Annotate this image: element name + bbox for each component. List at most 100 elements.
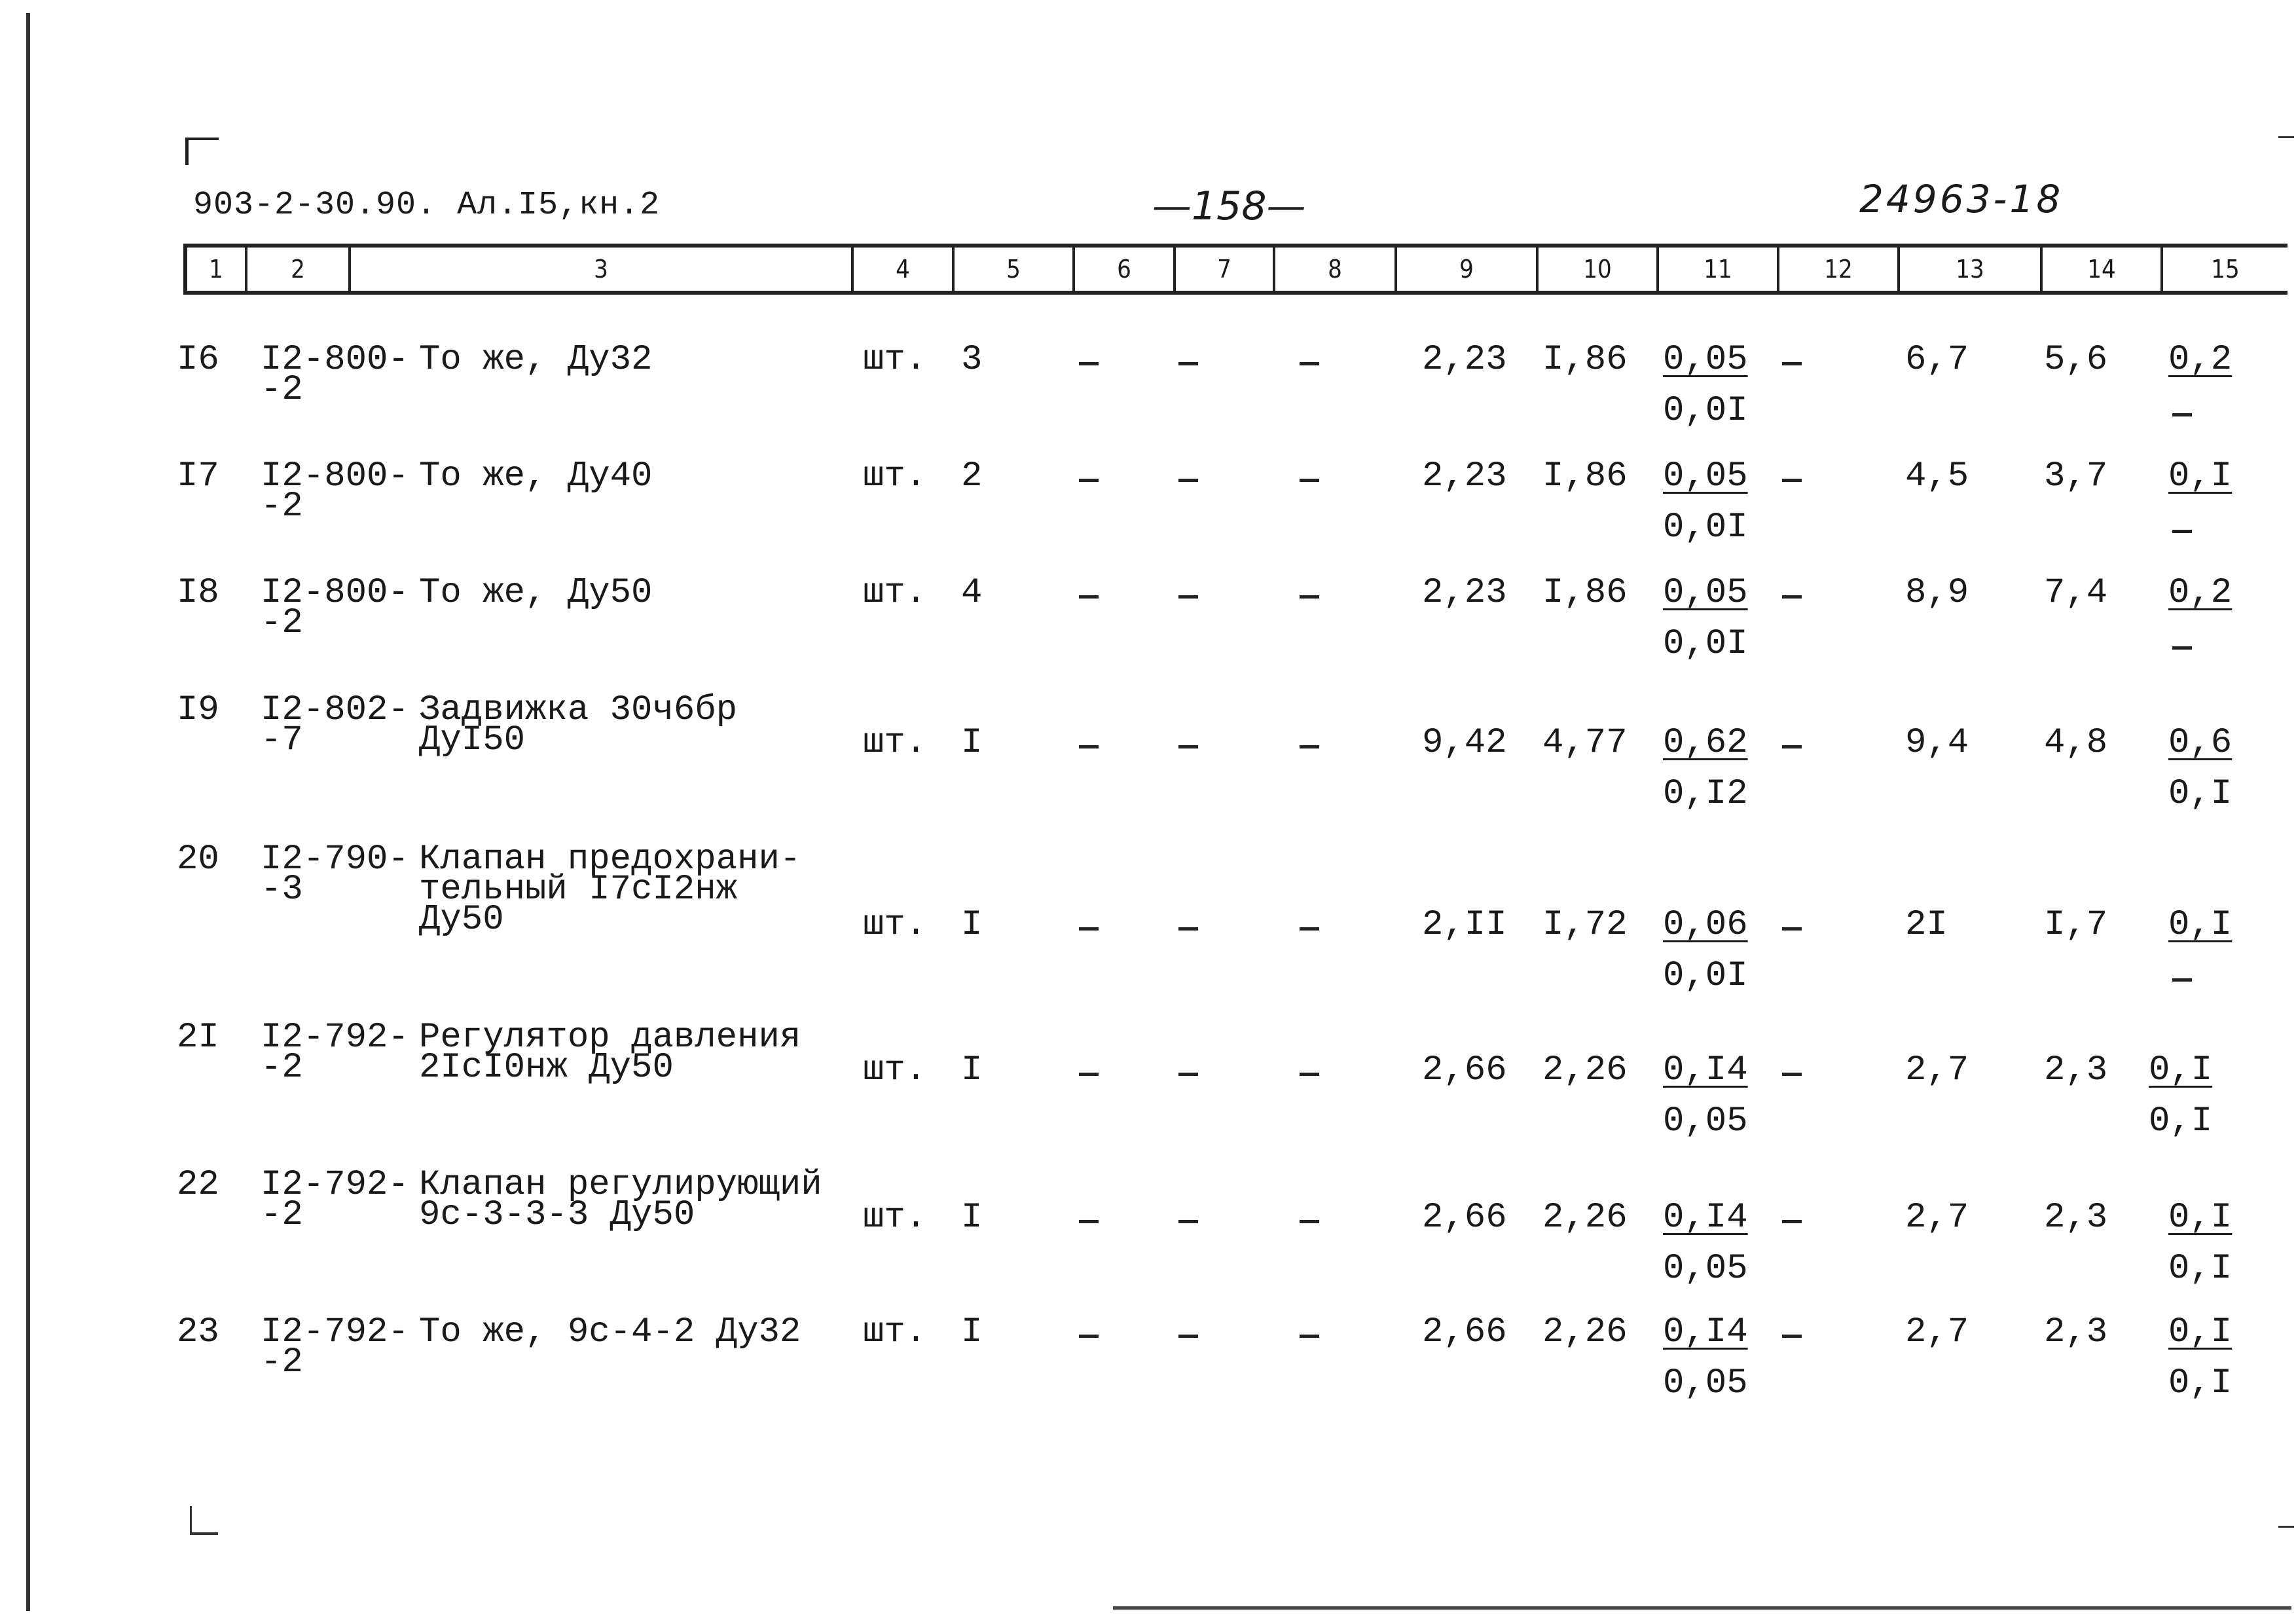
- dash-col12: [1782, 745, 1802, 748]
- item-code-line2: -2: [261, 487, 303, 526]
- col11-value-bottom: 0,0I: [1663, 624, 1748, 664]
- col14-value: 2,3: [2044, 1312, 2108, 1352]
- dash-col8: [1300, 1335, 1319, 1338]
- column-header: 7: [1176, 248, 1275, 291]
- quantity: 2: [961, 456, 983, 496]
- dash-col7: [1178, 1073, 1198, 1076]
- col10-value: I,86: [1542, 456, 1628, 496]
- dash-col7: [1178, 927, 1198, 931]
- dash-col7: [1178, 1335, 1198, 1338]
- row-number: I6: [177, 340, 219, 380]
- column-header: 3: [351, 248, 854, 291]
- unit: шт.: [863, 905, 927, 945]
- col11-value-top: 0,I4: [1663, 1198, 1748, 1238]
- row-number: 22: [177, 1165, 219, 1205]
- item-code-line2: -3: [261, 870, 303, 910]
- corner-mark-top-left: [185, 138, 219, 165]
- col15-value-top: 0,I: [2168, 1312, 2232, 1352]
- col11-value-top: 0,05: [1663, 456, 1748, 496]
- dash-col12: [1782, 479, 1802, 482]
- dash-col7: [1178, 362, 1198, 365]
- quantity: I: [961, 1312, 983, 1352]
- item-name-line2: 9с-3-3-3 Ду50: [419, 1195, 695, 1235]
- item-code-line2: -2: [261, 1048, 303, 1088]
- dash-col6: [1079, 595, 1099, 599]
- col15-value-bottom: 0,I: [2168, 1249, 2232, 1289]
- col15-value-bottom-dash: [2172, 978, 2192, 982]
- bottom-edge-line: [1113, 1606, 2291, 1610]
- column-header: 12: [1779, 248, 1900, 291]
- col15-value-bottom: 0,I: [2149, 1101, 2213, 1141]
- item-code-line2: -7: [261, 720, 303, 760]
- archive-number: 24963-18: [1859, 177, 2064, 221]
- item-name-line2: 2IcI0нж Ду50: [419, 1048, 674, 1088]
- col11-value-bottom: 0,05: [1663, 1249, 1748, 1289]
- dash-col7: [1178, 745, 1198, 748]
- table-header: 1 2 3 4 5 6 7 8 9 10 11 12 13 14 15: [183, 244, 2287, 295]
- row-number: I8: [177, 573, 219, 613]
- row-number: 2I: [177, 1018, 219, 1058]
- col15-value-bottom: 0,I: [2168, 774, 2232, 814]
- col10-value: I,86: [1542, 340, 1628, 380]
- col13-value: 6,7: [1905, 340, 1969, 380]
- column-header: 9: [1397, 248, 1539, 291]
- col9-value: 2,66: [1422, 1312, 1507, 1352]
- quantity: 4: [961, 573, 983, 613]
- dash-col7: [1178, 1220, 1198, 1223]
- row-number: I7: [177, 456, 219, 496]
- col15-value-top: 0,I: [2168, 1198, 2232, 1238]
- item-code-line2: -2: [261, 370, 303, 410]
- col10-value: 2,26: [1542, 1312, 1628, 1352]
- unit: шт.: [863, 456, 927, 496]
- col11-value-bottom: 0,I2: [1663, 774, 1748, 814]
- col15-value-top: 0,2: [2168, 573, 2232, 613]
- column-header: 6: [1075, 248, 1176, 291]
- dash-col6: [1079, 362, 1099, 365]
- column-header: 8: [1275, 248, 1397, 291]
- dash-col8: [1300, 362, 1319, 365]
- col9-value: 2,23: [1422, 456, 1507, 496]
- item-code-line2: -2: [261, 1342, 303, 1382]
- col14-value: I,7: [2044, 905, 2108, 945]
- col15-value-bottom-dash: [2172, 530, 2192, 533]
- column-header: 10: [1539, 248, 1659, 291]
- col15-value-bottom: 0,I: [2168, 1363, 2232, 1403]
- col11-value-top: 0,62: [1663, 723, 1748, 763]
- col14-value: 4,8: [2044, 723, 2108, 763]
- dash-col8: [1300, 1073, 1319, 1076]
- unit: шт.: [863, 1198, 927, 1238]
- col13-value: 2,7: [1905, 1198, 1969, 1238]
- dash-col8: [1300, 927, 1319, 931]
- col9-value: 9,42: [1422, 723, 1507, 763]
- dash-col12: [1782, 595, 1802, 599]
- dash-col8: [1300, 745, 1319, 748]
- quantity: I: [961, 905, 983, 945]
- dash-col6: [1079, 927, 1099, 931]
- col11-value-bottom: 0,0I: [1663, 507, 1748, 547]
- col9-value: 2,66: [1422, 1050, 1507, 1090]
- dash-col6: [1079, 1073, 1099, 1076]
- unit: шт.: [863, 340, 927, 380]
- col14-value: 7,4: [2044, 573, 2108, 613]
- dash-col12: [1782, 1073, 1802, 1076]
- dash-col12: [1782, 1220, 1802, 1223]
- col15-value-bottom-dash: [2172, 413, 2192, 416]
- dash-col12: [1782, 927, 1802, 931]
- col9-value: 2,23: [1422, 573, 1507, 613]
- col15-value-top: 0,6: [2168, 723, 2232, 763]
- dash-col7: [1178, 479, 1198, 482]
- col11-value-top: 0,05: [1663, 340, 1748, 380]
- col13-value: 2,7: [1905, 1050, 1969, 1090]
- quantity: I: [961, 1198, 983, 1238]
- col9-value: 2,II: [1422, 905, 1507, 945]
- col11-value-bottom: 0,0I: [1663, 391, 1748, 431]
- column-header: 14: [2043, 248, 2163, 291]
- item-code-line2: -2: [261, 603, 303, 643]
- col13-value: 2I: [1905, 905, 1948, 945]
- column-header: 15: [2211, 255, 2240, 284]
- column-header: 13: [1900, 248, 2043, 291]
- col13-value: 2,7: [1905, 1312, 1969, 1352]
- col10-value: 2,26: [1542, 1198, 1628, 1238]
- col10-value: I,86: [1542, 573, 1628, 613]
- dash-col6: [1079, 1220, 1099, 1223]
